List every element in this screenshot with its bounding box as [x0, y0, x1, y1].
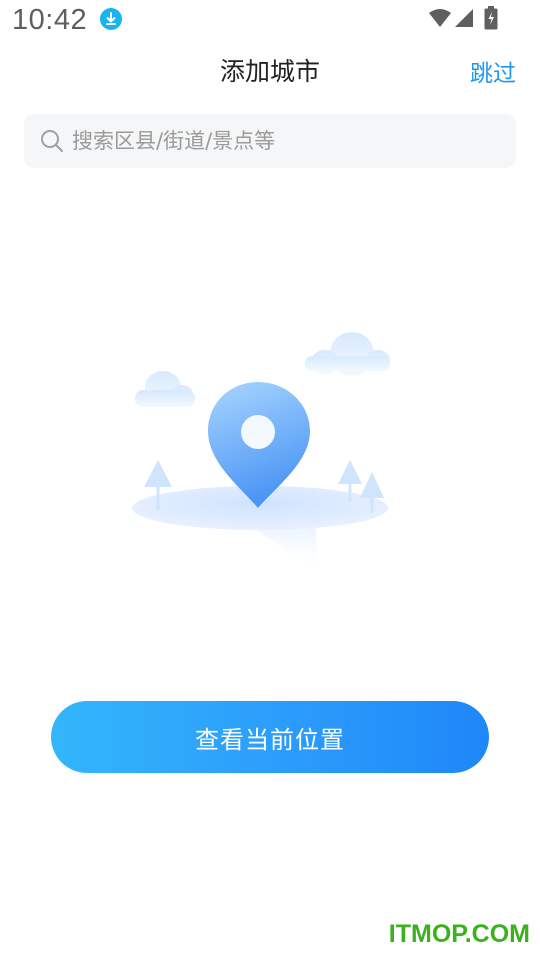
- search-box[interactable]: [24, 114, 516, 168]
- signal-icon: [452, 8, 474, 32]
- search-input[interactable]: [72, 114, 492, 168]
- wifi-icon: [428, 8, 452, 32]
- status-bar: 10:42: [0, 0, 540, 44]
- search-icon: [40, 129, 64, 157]
- header-bar: 添加城市 跳过: [0, 44, 540, 94]
- page-title: 添加城市: [219, 57, 320, 86]
- skip-button[interactable]: 跳过: [470, 54, 516, 88]
- download-icon: [100, 8, 122, 30]
- view-current-location-button[interactable]: 查看当前位置: [51, 701, 489, 773]
- status-time: 10:42: [12, 4, 88, 36]
- add-city-screen: 10:42 添加城市 跳过 搜索区县/街道/景点等 查看当前位置 ITMOP.C…: [0, 0, 540, 960]
- watermark-text: ITMOP.COM: [388, 920, 530, 948]
- battery-icon: [484, 6, 498, 34]
- location-pin-illustration: [120, 320, 410, 590]
